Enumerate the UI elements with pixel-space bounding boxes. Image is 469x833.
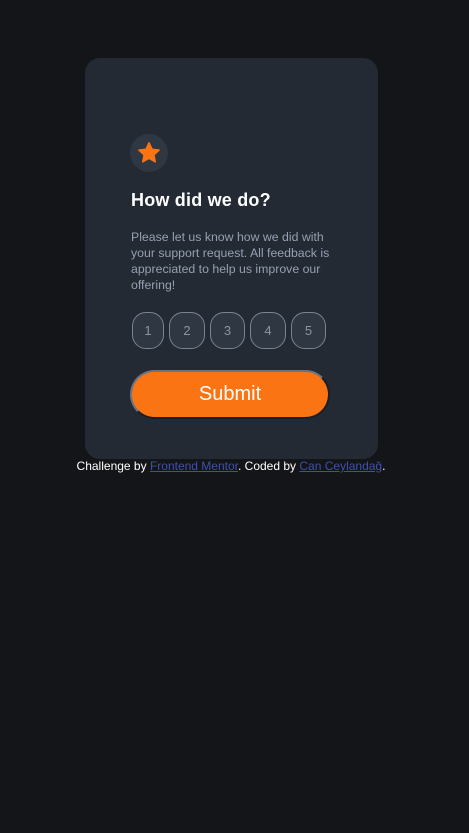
attribution: Challenge by Frontend Mentor. Coded by C…: [0, 459, 462, 473]
submit-button[interactable]: Submit: [130, 370, 330, 419]
rating-options: 1 2 3 4 5: [132, 312, 326, 349]
rating-button-4[interactable]: 4: [250, 312, 286, 349]
rating-button-2[interactable]: 2: [169, 312, 205, 349]
card-title: How did we do?: [131, 190, 271, 210]
frontend-mentor-link[interactable]: Frontend Mentor: [150, 459, 238, 473]
rating-button-1[interactable]: 1: [132, 312, 164, 349]
attribution-prefix: Challenge by: [76, 459, 150, 473]
attribution-middle: . Coded by: [238, 459, 300, 473]
author-link[interactable]: Can Ceylandağ: [299, 459, 382, 473]
star-icon: [138, 142, 160, 163]
rating-button-5[interactable]: 5: [291, 312, 326, 349]
rating-button-3[interactable]: 3: [210, 312, 245, 349]
card-description: Please let us know how we did with your …: [131, 230, 330, 292]
rating-card: How did we do? Please let us know how we…: [85, 58, 378, 459]
star-icon-badge: [130, 134, 168, 172]
attribution-suffix: .: [382, 459, 386, 473]
